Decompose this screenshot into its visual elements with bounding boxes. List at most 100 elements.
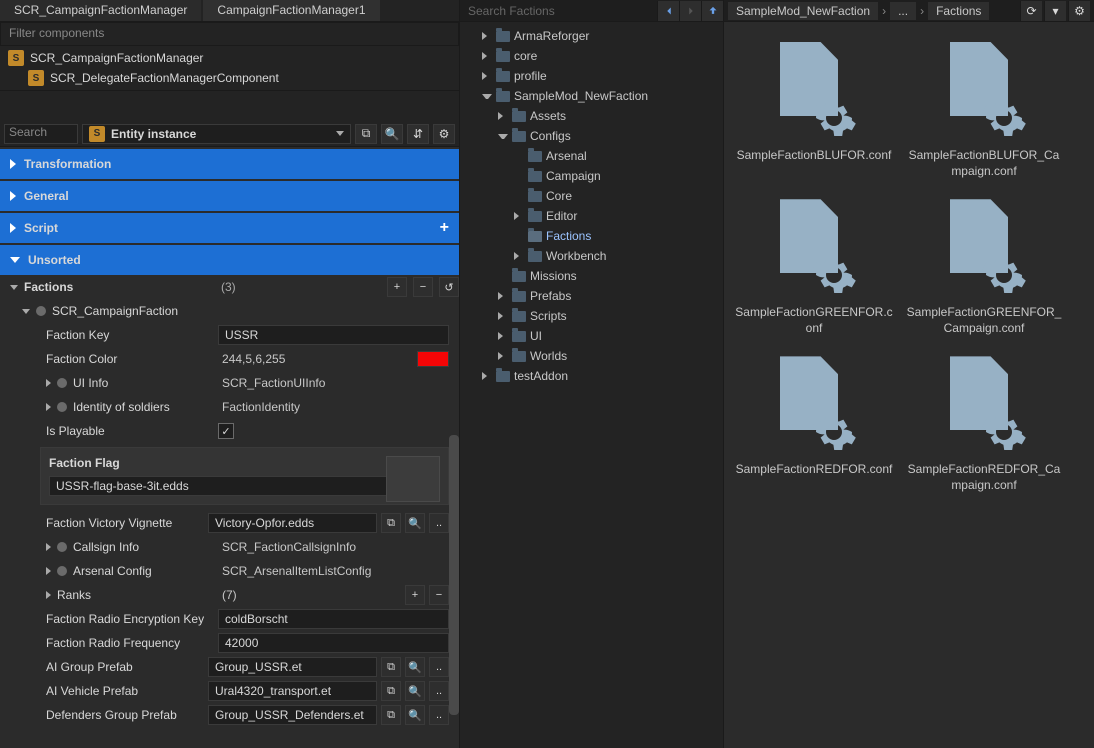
victory-input[interactable] [208, 513, 377, 533]
file-item[interactable]: SampleFactionREDFOR.conf [734, 356, 894, 493]
property-search-input[interactable]: Search [4, 124, 78, 144]
reset-button[interactable]: ↺ [439, 277, 459, 297]
tree-node-arsenal[interactable]: Arsenal [460, 146, 723, 166]
search-button[interactable]: 🔍 [381, 124, 403, 144]
browse-button[interactable]: .. [429, 657, 449, 677]
browse-button[interactable]: .. [429, 705, 449, 725]
tree-node-scripts[interactable]: Scripts [460, 306, 723, 326]
file-item[interactable]: SampleFactionREDFOR_Campaign.conf [904, 356, 1064, 493]
add-button[interactable]: + [405, 585, 425, 605]
browse-button[interactable]: .. [429, 513, 449, 533]
tree-node-factions[interactable]: Factions [460, 226, 723, 246]
folder-icon [496, 51, 510, 62]
dot-icon [57, 542, 67, 552]
folder-icon [528, 171, 542, 182]
breadcrumb-leaf[interactable]: Factions [928, 2, 989, 20]
tree-node-missions[interactable]: Missions [460, 266, 723, 286]
chevron-right-icon [514, 212, 524, 220]
factions-header[interactable]: Factions (3) + − ↺ [0, 275, 459, 299]
search-icon[interactable]: 🔍 [405, 513, 425, 533]
property-search-row: Search S Entity instance ⧉ 🔍 ⇵ ⚙ [0, 121, 459, 147]
color-swatch[interactable] [417, 351, 449, 367]
prop-ui-info[interactable]: UI Info SCR_FactionUIInfo [0, 371, 459, 395]
encryption-input[interactable] [218, 609, 449, 629]
scrollbar-thumb[interactable] [449, 435, 459, 715]
tree-node-testaddon[interactable]: testAddon [460, 366, 723, 386]
tree-search-input[interactable]: Search Factions [460, 4, 657, 18]
folder-icon [512, 271, 526, 282]
folder-icon [496, 31, 510, 42]
file-item[interactable]: SampleFactionGREENFOR.conf [734, 199, 894, 336]
section-label: Transformation [24, 157, 111, 171]
refresh-button[interactable]: ⟳ [1020, 1, 1042, 21]
chevron-down-icon [336, 131, 344, 136]
file-item[interactable]: SampleFactionBLUFOR.conf [734, 42, 894, 179]
tab-scr-campaignfactionmanager[interactable]: SCR_CampaignFactionManager [0, 0, 201, 21]
dot-icon [57, 566, 67, 576]
tree-node-assets[interactable]: Assets [460, 106, 723, 126]
tree-node-worlds[interactable]: Worlds [460, 346, 723, 366]
tree-node-workbench[interactable]: Workbench [460, 246, 723, 266]
tree-node-corecfg[interactable]: Core [460, 186, 723, 206]
folder-icon [512, 291, 526, 302]
faction-flag-input[interactable] [49, 476, 392, 496]
breadcrumb-mid[interactable]: ... [890, 2, 916, 20]
chevron-right-icon [482, 372, 492, 380]
frequency-input[interactable] [218, 633, 449, 653]
open-button[interactable]: ⧉ [381, 681, 401, 701]
open-button[interactable]: ⧉ [381, 705, 401, 725]
search-icon[interactable]: 🔍 [405, 705, 425, 725]
search-icon[interactable]: 🔍 [405, 681, 425, 701]
add-button[interactable]: + [387, 277, 407, 297]
is-playable-checkbox[interactable] [218, 423, 234, 439]
nav-back-button[interactable] [657, 1, 679, 21]
settings-button[interactable]: ⚙ [1068, 1, 1090, 21]
faction-item-label: SCR_CampaignFaction [52, 304, 178, 318]
tree-node-prefabs[interactable]: Prefabs [460, 286, 723, 306]
remove-button[interactable]: − [413, 277, 433, 297]
ai-vehicle-input[interactable] [208, 681, 377, 701]
prop-ranks[interactable]: Ranks (7) + − [0, 583, 459, 607]
settings-button[interactable]: ⚙ [433, 124, 455, 144]
breadcrumb-root[interactable]: SampleMod_NewFaction [728, 2, 878, 20]
entity-selector[interactable]: S Entity instance [82, 124, 351, 144]
tree-node-profile[interactable]: profile [460, 66, 723, 86]
external-link-button[interactable]: ⧉ [355, 124, 377, 144]
faction-key-input[interactable] [218, 325, 449, 345]
remove-button[interactable]: − [429, 585, 449, 605]
search-icon[interactable]: 🔍 [405, 657, 425, 677]
ai-group-input[interactable] [208, 657, 377, 677]
tree-node-samplemod[interactable]: SampleMod_NewFaction [460, 86, 723, 106]
section-unsorted[interactable]: Unsorted [0, 245, 459, 275]
prop-identity[interactable]: Identity of soldiers FactionIdentity [0, 395, 459, 419]
nav-forward-button[interactable] [679, 1, 701, 21]
filter-button[interactable]: ▾ [1044, 1, 1066, 21]
tree-node-ui[interactable]: UI [460, 326, 723, 346]
faction-item[interactable]: SCR_CampaignFaction [0, 299, 459, 323]
section-general[interactable]: General [0, 181, 459, 211]
open-button[interactable]: ⧉ [381, 513, 401, 533]
nav-up-button[interactable] [701, 1, 723, 21]
section-transformation[interactable]: Transformation [0, 149, 459, 179]
tree-node-editor[interactable]: Editor [460, 206, 723, 226]
tree-node-arma[interactable]: ArmaReforger [460, 26, 723, 46]
prop-label: UI Info [73, 376, 108, 390]
tree-node-core[interactable]: core [460, 46, 723, 66]
prop-callsign[interactable]: Callsign Info SCR_FactionCallsignInfo [0, 535, 459, 559]
open-button[interactable]: ⧉ [381, 657, 401, 677]
tree-node-configs[interactable]: Configs [460, 126, 723, 146]
filter-components-input[interactable]: Filter components [0, 22, 459, 46]
hierarchy-button[interactable]: ⇵ [407, 124, 429, 144]
defenders-input[interactable] [208, 705, 377, 725]
tab-instance[interactable]: CampaignFactionManager1 [203, 0, 379, 21]
browse-button[interactable]: .. [429, 681, 449, 701]
tree-node-campaign[interactable]: Campaign [460, 166, 723, 186]
component-root[interactable]: S SCR_CampaignFactionManager [0, 48, 459, 68]
file-item[interactable]: SampleFactionBLUFOR_Campaign.conf [904, 42, 1064, 179]
folder-icon [528, 151, 542, 162]
add-icon[interactable]: + [440, 219, 449, 237]
file-item[interactable]: SampleFactionGREENFOR_Campaign.conf [904, 199, 1064, 336]
prop-arsenal[interactable]: Arsenal Config SCR_ArsenalItemListConfig [0, 559, 459, 583]
component-child[interactable]: S SCR_DelegateFactionManagerComponent [0, 68, 459, 88]
section-script[interactable]: Script + [0, 213, 459, 243]
